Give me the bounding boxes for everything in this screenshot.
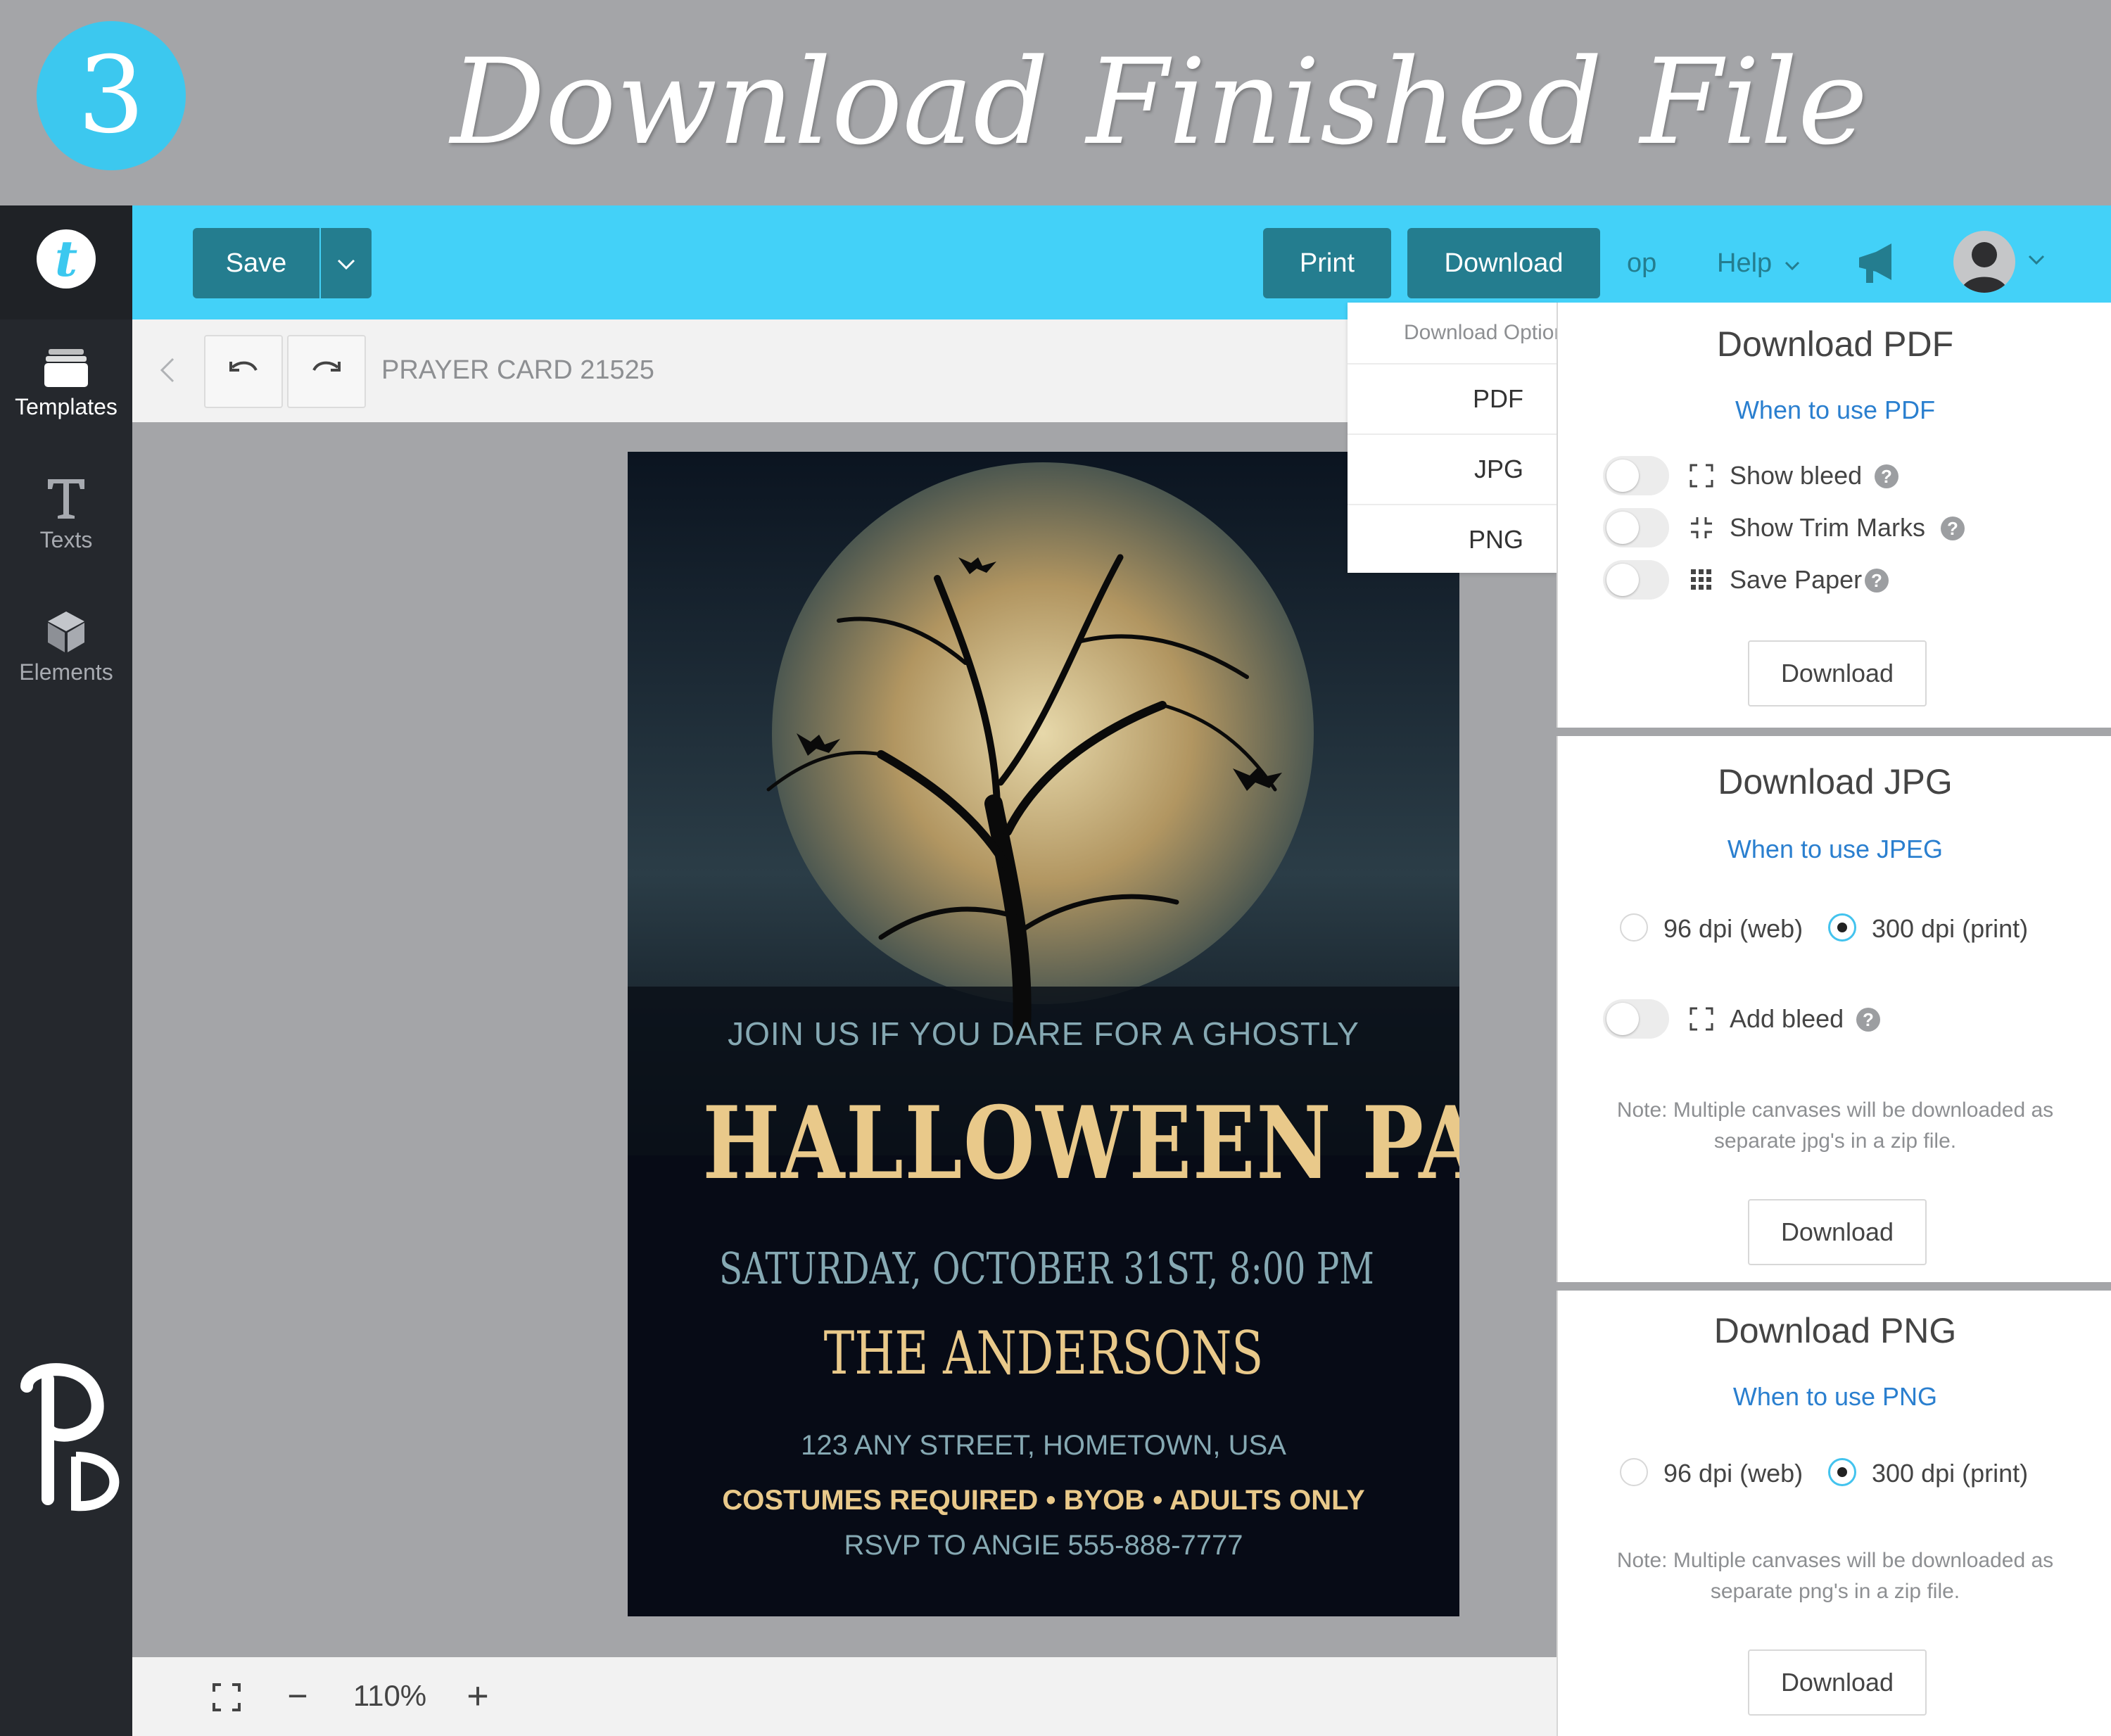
help-question-icon[interactable]: ?	[1856, 1008, 1880, 1032]
invitation-card[interactable]: JOIN US IF YOU DARE FOR A GHOSTLY HALLOW…	[628, 452, 1459, 1616]
step-number-badge: 3	[37, 21, 186, 170]
when-to-use-jpeg-link[interactable]: When to use JPEG	[1558, 835, 2111, 864]
redo-icon	[312, 361, 341, 372]
toggle-label: Add bleed	[1730, 1004, 1844, 1033]
download-menu-header: Download Options	[1404, 321, 1557, 344]
download-options-menu: Download Options PDF JPG PNG	[1348, 303, 1557, 573]
download-png-button[interactable]: Download	[1748, 1649, 1927, 1716]
radio-96-dpi[interactable]	[1620, 1458, 1648, 1486]
brand-watermark-logo	[20, 1363, 120, 1512]
help-question-icon[interactable]: ?	[1865, 569, 1889, 593]
help-menu[interactable]: Help	[1717, 228, 1801, 298]
app-logo[interactable]: t	[37, 229, 96, 289]
when-to-use-png-link[interactable]: When to use PNG	[1558, 1382, 2111, 1412]
undo-button[interactable]	[204, 335, 283, 408]
download-pdf-panel: Download PDF When to use PDF Show bleed …	[1557, 303, 2111, 728]
when-to-use-pdf-link[interactable]: When to use PDF	[1558, 395, 2111, 425]
download-png-panel: Download PNG When to use PNG 96 dpi (web…	[1557, 1291, 2111, 1736]
sidebar-item-label: Templates	[15, 394, 118, 419]
sidebar-item-templates[interactable]: Templates	[0, 346, 132, 420]
radio-label: 300 dpi (print)	[1872, 1459, 2029, 1488]
download-jpg-panel: Download JPG When to use JPEG 96 dpi (we…	[1557, 736, 2111, 1282]
download-button[interactable]: Download	[1407, 228, 1600, 298]
radio-label: 96 dpi (web)	[1663, 914, 1803, 943]
download-option-pdf[interactable]: PDF	[1348, 363, 1557, 433]
toggle-label: Show Trim Marks	[1730, 513, 1926, 542]
panel-title: Download JPG	[1718, 762, 1953, 802]
undo-icon	[229, 361, 258, 372]
grid-icon	[1691, 569, 1711, 590]
radio-300-dpi-selected[interactable]	[1828, 1458, 1856, 1486]
print-button[interactable]: Print	[1263, 228, 1391, 298]
bleed-icon	[1690, 1007, 1713, 1031]
logo-tile: t	[0, 205, 132, 319]
zoom-level: 110%	[353, 1679, 427, 1712]
cube-icon	[48, 612, 84, 652]
chevron-left-icon[interactable]	[153, 355, 182, 386]
download-option-png[interactable]: PNG	[1348, 504, 1557, 573]
help-label: Help	[1717, 248, 1773, 278]
sidebar-item-elements[interactable]: Elements	[0, 610, 132, 685]
user-avatar[interactable]	[1953, 231, 2015, 293]
save-dropdown-button[interactable]	[321, 228, 372, 298]
document-title[interactable]: PRAYER CARD 21525	[381, 335, 654, 405]
zoom-out-button[interactable]: −	[280, 1675, 315, 1717]
png-note: Note: Multiple canvases will be download…	[1616, 1549, 2054, 1603]
radio-label: 96 dpi (web)	[1663, 1459, 1803, 1488]
radio-96-dpi[interactable]	[1620, 913, 1648, 942]
toolbar-link-op[interactable]: op	[1627, 228, 1656, 298]
chevron-down-icon[interactable]	[2024, 248, 2049, 273]
sidebar-item-label: Texts	[39, 527, 93, 552]
toggle-label: Show bleed	[1730, 461, 1863, 490]
chevron-down-icon	[337, 259, 355, 270]
show-trim-marks-toggle[interactable]	[1603, 508, 1669, 547]
toggle-label: Save Paper	[1730, 565, 1863, 594]
option-label: PDF	[1473, 384, 1523, 413]
jpg-note: Note: Multiple canvases will be download…	[1616, 1098, 2054, 1153]
templates-icon	[44, 349, 88, 387]
sidebar-item-texts[interactable]: Texts	[0, 476, 132, 553]
card-rsvp[interactable]: RSVP TO ANGIE 555-888-7777	[628, 1530, 1459, 1561]
panel-title: Download PNG	[1713, 1311, 1957, 1350]
document-toolbar: PRAYER CARD 21525	[132, 319, 1557, 424]
card-notes[interactable]: COSTUMES REQUIRED • BYOB • ADULTS ONLY	[628, 1485, 1459, 1516]
option-label: PNG	[1468, 525, 1523, 554]
help-question-icon[interactable]: ?	[1875, 464, 1898, 488]
add-bleed-toggle[interactable]	[1603, 999, 1669, 1039]
text-icon	[48, 479, 84, 519]
card-address[interactable]: 123 ANY STREET, HOMETOWN, USA	[628, 1430, 1459, 1462]
sidebar-item-label: Elements	[19, 659, 113, 685]
card-title[interactable]: HALLOWEEN PARTY	[702, 1085, 1459, 1202]
zoom-in-button[interactable]: +	[460, 1675, 495, 1717]
banner-title: Download Finished File	[450, 33, 1868, 171]
zoom-bar	[132, 1657, 1557, 1736]
card-date[interactable]: SATURDAY, OCTOBER 31ST, 8:00 PM	[719, 1243, 1374, 1294]
show-bleed-toggle[interactable]	[1603, 456, 1669, 495]
redo-button[interactable]	[287, 335, 366, 408]
download-pdf-button[interactable]: Download	[1748, 640, 1927, 707]
panel-title: Download PDF	[1716, 324, 1954, 364]
card-host[interactable]: THE ANDERSONS	[719, 1319, 1368, 1388]
megaphone-icon[interactable]	[1855, 241, 1900, 286]
help-question-icon[interactable]: ?	[1941, 517, 1965, 540]
trim-marks-icon	[1691, 517, 1712, 538]
card-intro-text[interactable]: JOIN US IF YOU DARE FOR A GHOSTLY	[628, 1015, 1459, 1053]
chevron-down-icon	[1784, 261, 1799, 271]
radio-label: 300 dpi (print)	[1872, 914, 2029, 943]
fit-screen-icon[interactable]	[211, 1682, 242, 1713]
avatar-silhouette-icon	[1960, 242, 2008, 293]
bleed-icon	[1690, 464, 1713, 488]
download-jpg-button[interactable]: Download	[1748, 1199, 1927, 1265]
save-button[interactable]: Save	[193, 228, 319, 298]
download-option-jpg[interactable]: JPG	[1348, 433, 1557, 504]
save-paper-toggle[interactable]	[1603, 560, 1669, 600]
radio-300-dpi-selected[interactable]	[1828, 913, 1856, 942]
option-label: JPG	[1473, 455, 1523, 483]
